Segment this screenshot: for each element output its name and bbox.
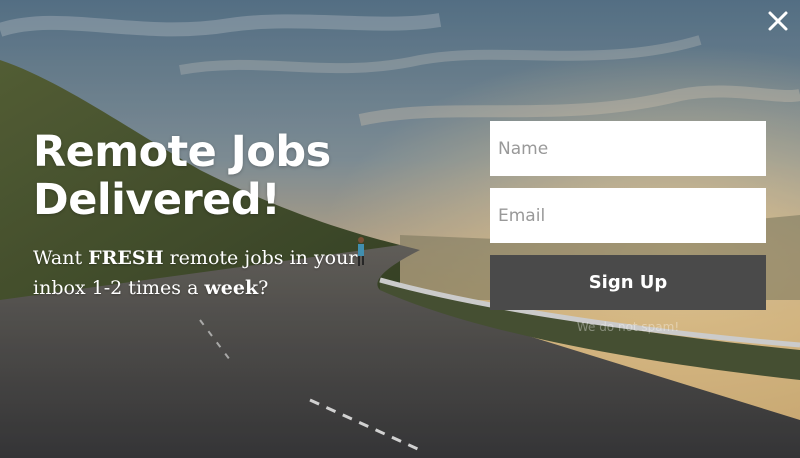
- subheadline-fresh: FRESH: [88, 247, 164, 269]
- subheadline-suffix: ?: [258, 277, 269, 299]
- signup-popup: Remote Jobs Delivered! Want FRESH remote…: [0, 0, 800, 458]
- name-field[interactable]: [490, 121, 766, 176]
- email-field[interactable]: [490, 188, 766, 243]
- headline-line-1: Remote Jobs: [33, 127, 331, 177]
- signup-form: Sign Up We do not spam!: [490, 121, 766, 334]
- subheadline: Want FRESH remote jobs in your inbox 1-2…: [33, 243, 378, 303]
- headline-line-2: Delivered!: [33, 175, 281, 225]
- subheadline-week: week: [204, 277, 259, 299]
- close-icon: [768, 11, 788, 31]
- headline: Remote Jobs Delivered!: [33, 128, 393, 224]
- subheadline-prefix: Want: [33, 247, 89, 269]
- close-button[interactable]: [766, 9, 790, 33]
- privacy-note: We do not spam!: [576, 320, 680, 334]
- sign-up-button[interactable]: Sign Up: [490, 255, 766, 310]
